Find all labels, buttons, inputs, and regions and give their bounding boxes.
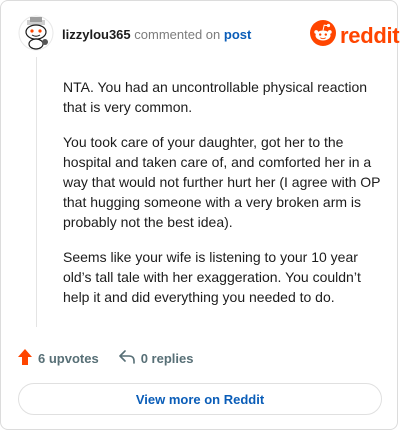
comment-byline: lizzylou365 commented on post [62,27,251,43]
reply-arrow-icon [118,350,141,367]
reddit-wordmark: reddit [340,22,400,48]
comment-header: lizzylou365 commented on post reddit [1,1,400,61]
comment-body: NTA. You had an uncontrollable physical … [63,77,381,322]
upvote-count: 6 upvotes [38,351,99,366]
upvote-arrow-icon [18,349,38,368]
post-link[interactable]: post [224,27,251,42]
upvote-button[interactable]: 6 upvotes [18,349,99,368]
reply-count: 0 replies [140,351,194,366]
commented-on-text: commented on [134,27,221,42]
reddit-logo[interactable]: reddit [310,20,400,51]
reddit-comment-card: lizzylou365 commented on post reddit NTA… [0,0,400,430]
reply-button[interactable]: 0 replies [118,350,194,367]
snoo-avatar-icon[interactable] [18,15,54,51]
comment-paragraph: NTA. You had an uncontrollable physical … [63,79,368,115]
view-more-on-reddit-button[interactable]: View more on Reddit [18,383,382,415]
reddit-snoo-icon [310,20,336,51]
comment-paragraph: Seems like your wife is listening to you… [63,249,361,305]
username-link[interactable]: lizzylou365 [62,27,131,42]
comment-actions: 6 upvotes 0 replies [18,349,213,368]
thread-line [36,57,37,327]
comment-paragraph: You took care of your daughter, got her … [63,134,381,230]
